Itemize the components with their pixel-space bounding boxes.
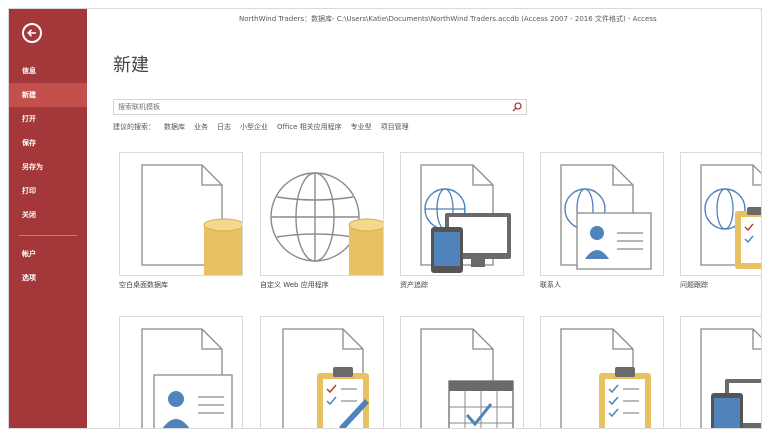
template-row2-calendar[interactable]: [400, 316, 524, 428]
template-label: 联系人: [540, 281, 561, 289]
template-asset-tracking[interactable]: 资产追踪: [400, 152, 524, 289]
template-search: [113, 99, 527, 115]
suggested-label: 建议的搜索：: [113, 123, 155, 131]
template-tile[interactable]: [680, 152, 761, 276]
tag-office-apps[interactable]: Office 相关应用程序: [277, 122, 342, 132]
tag-project-management[interactable]: 项目管理: [381, 122, 409, 132]
tag-database[interactable]: 数据库: [164, 122, 185, 132]
nav-item-print[interactable]: 打印: [9, 179, 87, 203]
checklist-icon: [560, 328, 651, 428]
template-row2-tasks[interactable]: [260, 316, 384, 428]
template-tile[interactable]: [260, 152, 384, 276]
backstage-frame: 信息 新建 打开 保存 另存为 打印 关闭 帐户 选项 NorthWind Tr…: [8, 8, 762, 429]
nav-item-save[interactable]: 保存: [9, 131, 87, 155]
template-issue-tracking[interactable]: 问题跟踪: [680, 152, 761, 289]
template-tile[interactable]: [119, 152, 243, 276]
template-label: 自定义 Web 应用程序: [260, 281, 329, 289]
calendar-icon: [420, 328, 514, 428]
template-contacts[interactable]: 联系人: [540, 152, 664, 289]
tag-log[interactable]: 日志: [217, 122, 231, 132]
template-tile[interactable]: [119, 316, 243, 428]
nav-item-new[interactable]: 新建: [9, 83, 87, 107]
nav-item-account[interactable]: 帐户: [9, 242, 87, 266]
clipboard-icon: [282, 328, 369, 428]
template-label: 资产追踪: [400, 281, 428, 289]
tag-professional[interactable]: 专业型: [351, 122, 372, 132]
back-arrow-icon: [27, 29, 36, 37]
backstage-nav: 信息 新建 打开 保存 另存为 打印 关闭 帐户 选项: [9, 59, 87, 290]
template-tile[interactable]: [540, 316, 664, 428]
search-input[interactable]: [118, 100, 498, 114]
nav-divider: [19, 235, 77, 236]
blank-database-icon: [141, 164, 242, 275]
devices-icon: [700, 328, 761, 428]
template-row2-contacts[interactable]: [119, 316, 243, 428]
suggested-searches: 建议的搜索： 数据库 业务 日志 小型企业 Office 相关应用程序 专业型 …: [113, 122, 409, 132]
nav-item-open[interactable]: 打开: [9, 107, 87, 131]
tag-small-business[interactable]: 小型企业: [240, 122, 268, 132]
template-label: 空白桌面数据库: [119, 281, 168, 289]
template-row2-devices[interactable]: [680, 316, 761, 428]
asset-tracking-icon: [420, 164, 511, 273]
search-icon[interactable]: [512, 102, 522, 112]
window-title: NorthWind Traders：数据库- C:\Users\Katie\Do…: [239, 15, 657, 23]
template-label: 问题跟踪: [680, 281, 708, 289]
template-row2-checklist[interactable]: [540, 316, 664, 428]
template-tile[interactable]: [680, 316, 761, 428]
template-tile[interactable]: [540, 152, 664, 276]
nav-item-close[interactable]: 关闭: [9, 203, 87, 227]
backstage-sidebar: 信息 新建 打开 保存 另存为 打印 关闭 帐户 选项: [9, 9, 87, 428]
back-button[interactable]: [22, 23, 42, 43]
tag-business[interactable]: 业务: [194, 122, 208, 132]
template-blank-desktop-db[interactable]: 空白桌面数据库: [119, 152, 243, 289]
template-tile[interactable]: [260, 316, 384, 428]
nav-item-info[interactable]: 信息: [9, 59, 87, 83]
globe-icon: [270, 172, 383, 275]
contact-card-icon: [141, 328, 233, 428]
contacts-icon: [560, 164, 652, 270]
template-tile[interactable]: [400, 152, 524, 276]
issue-tracking-icon: [700, 164, 761, 269]
page-title: 新建: [113, 55, 149, 76]
template-tile[interactable]: [400, 316, 524, 428]
nav-item-options[interactable]: 选项: [9, 266, 87, 290]
template-custom-web-app[interactable]: 自定义 Web 应用程序: [260, 152, 384, 289]
nav-item-save-as[interactable]: 另存为: [9, 155, 87, 179]
